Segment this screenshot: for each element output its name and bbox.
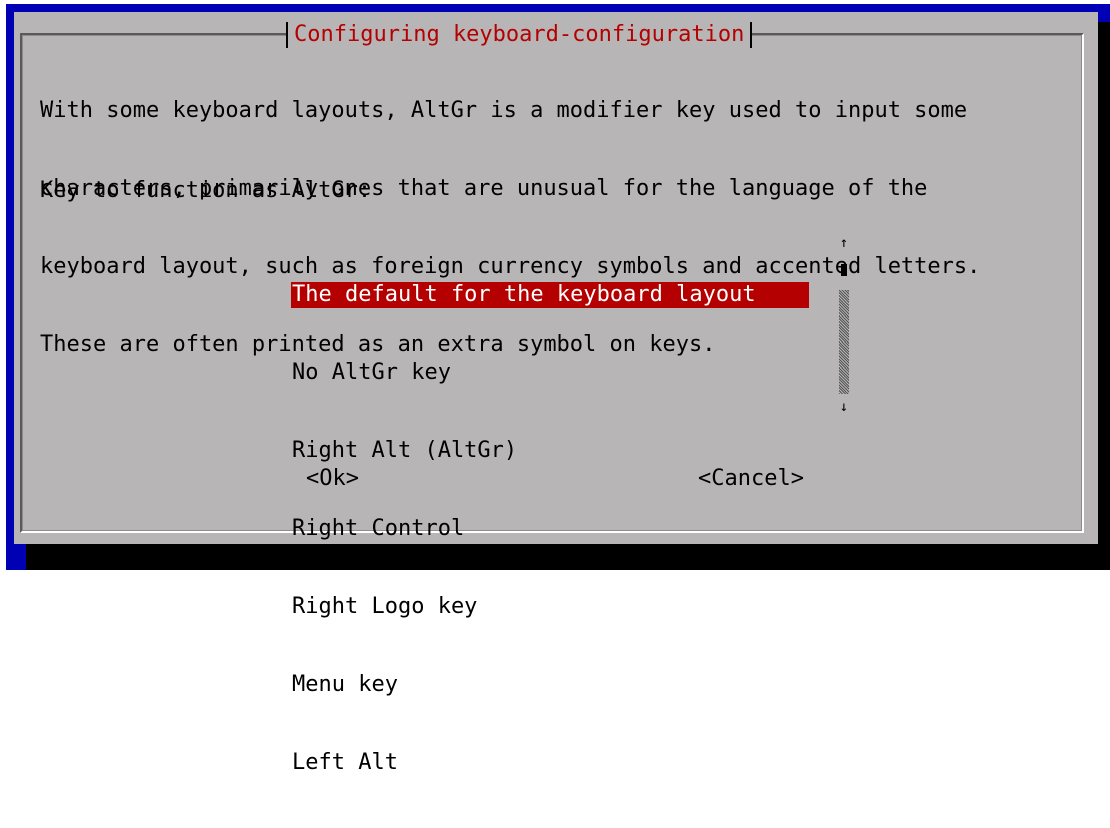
cancel-button[interactable]: <Cancel> [698, 466, 804, 492]
scroll-track[interactable] [839, 368, 849, 394]
button-row: <Ok> <Cancel> [0, 466, 1110, 570]
scroll-thumb[interactable] [836, 264, 852, 290]
dialog-title: Configuring keyboard-configuration [294, 22, 745, 47]
description-line: With some keyboard layouts, AltGr is a m… [40, 98, 968, 123]
prompt-label: Key to function as AltGr: [40, 178, 372, 203]
scroll-up-arrow-icon[interactable]: ↑ [836, 230, 852, 256]
option-right-alt[interactable]: Right Alt (AltGr) [291, 438, 807, 464]
ok-button[interactable]: <Ok> [306, 466, 359, 492]
option-right-logo[interactable]: Right Logo key [291, 594, 807, 620]
scroll-down-arrow-icon[interactable]: ↓ [836, 394, 852, 420]
dialog-title-box: Configuring keyboard-configuration [286, 22, 753, 48]
list-scrollbar[interactable]: ↑ ↓ [836, 230, 852, 420]
screen: Configuring keyboard-configuration With … [0, 0, 1110, 775]
option-left-alt[interactable]: Left Alt [291, 750, 807, 776]
scroll-track[interactable] [839, 290, 849, 316]
option-no-altgr[interactable]: No AltGr key [291, 360, 807, 386]
scroll-track[interactable] [839, 316, 849, 342]
option-default-layout[interactable]: The default for the keyboard layout [291, 282, 809, 308]
scroll-track[interactable] [839, 342, 849, 368]
option-menu-key[interactable]: Menu key [291, 672, 807, 698]
